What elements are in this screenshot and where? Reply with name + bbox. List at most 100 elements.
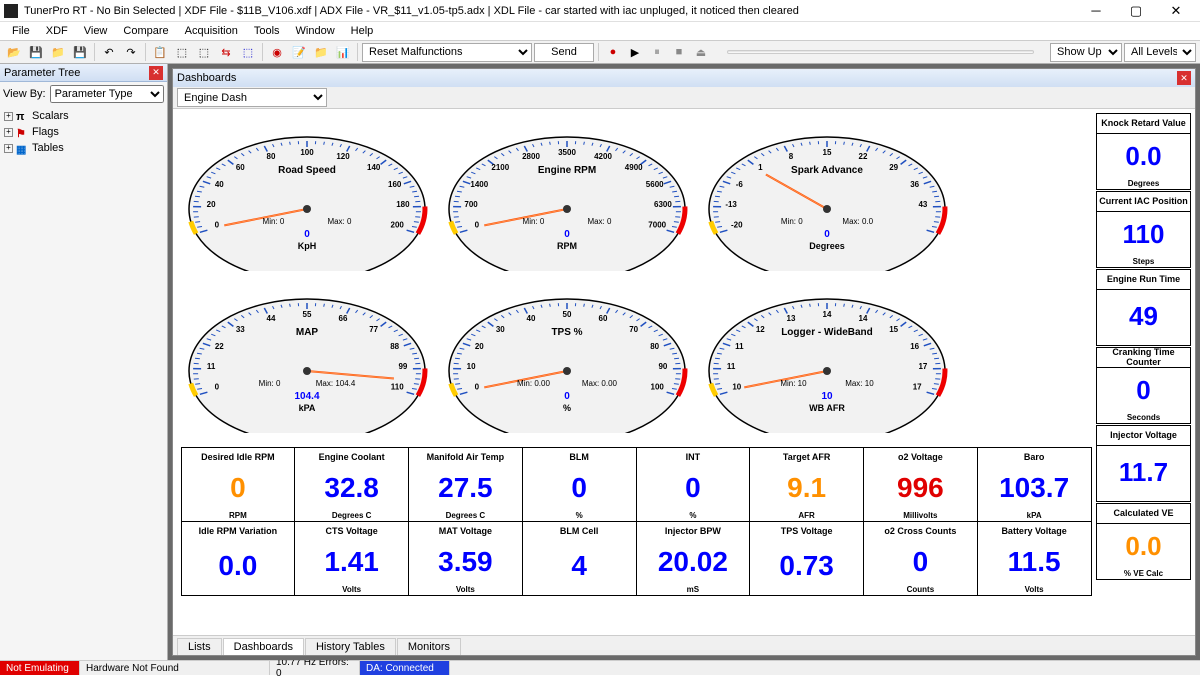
svg-text:80: 80 <box>650 342 659 351</box>
gauge: 1011111213141415161717 Logger - WideBand… <box>701 275 953 433</box>
chart-icon[interactable]: 📊 <box>333 42 353 62</box>
play-icon[interactable]: ▶ <box>625 42 645 62</box>
menu-compare[interactable]: Compare <box>115 23 176 39</box>
folder-icon[interactable]: 📁 <box>48 42 68 62</box>
menu-view[interactable]: View <box>76 23 116 39</box>
redo-icon[interactable]: ↷ <box>121 42 141 62</box>
parameter-tree[interactable]: +πScalars+⚑Flags+▦Tables <box>0 106 167 158</box>
sidebar-title: Parameter Tree <box>4 67 80 79</box>
sidebar: Parameter Tree ✕ View By: Parameter Type… <box>0 64 168 660</box>
menu-acquisition[interactable]: Acquisition <box>177 23 246 39</box>
tab-monitors[interactable]: Monitors <box>397 638 461 655</box>
svg-text:120: 120 <box>336 152 350 161</box>
maximize-button[interactable]: ▢ <box>1116 1 1156 21</box>
svg-text:40: 40 <box>215 180 224 189</box>
note-icon[interactable]: 📝 <box>289 42 309 62</box>
side-tile: Knock Retard Value0.0Degrees <box>1096 113 1191 190</box>
svg-text:180: 180 <box>396 200 410 209</box>
gauge: -20-13-6181522293643 Spark AdvanceMin: 0… <box>701 113 953 271</box>
svg-text:1400: 1400 <box>470 180 488 189</box>
tab-lists[interactable]: Lists <box>177 638 222 655</box>
svg-text:20: 20 <box>207 200 216 209</box>
status-da: DA: Connected <box>360 661 450 675</box>
tool1-icon[interactable]: ⬚ <box>172 42 192 62</box>
minimize-button[interactable]: ─ <box>1076 1 1116 21</box>
svg-text:80: 80 <box>267 152 276 161</box>
gauge: 0112233445566778899110 MAPMin: 0Max: 104… <box>181 275 433 433</box>
viewby-label: View By: <box>3 88 46 100</box>
connect-icon[interactable]: ⇆ <box>216 42 236 62</box>
svg-text:11: 11 <box>735 342 744 351</box>
tree-item[interactable]: +πScalars <box>4 108 163 124</box>
grid-tile: INT0% <box>636 447 751 522</box>
content-area: Dashboards ✕ Engine Dash 020406080100120… <box>168 64 1200 660</box>
action-combo[interactable]: Reset Malfunctions <box>362 43 532 62</box>
status-rate: 10.77 Hz Errors: 0 <box>270 661 360 675</box>
svg-text:11: 11 <box>207 362 216 371</box>
menu-help[interactable]: Help <box>343 23 382 39</box>
close-button[interactable]: ✕ <box>1156 1 1196 21</box>
menu-tools[interactable]: Tools <box>246 23 288 39</box>
svg-text:10: 10 <box>467 362 476 371</box>
tool2-icon[interactable]: ⬚ <box>194 42 214 62</box>
undo-icon[interactable]: ↶ <box>99 42 119 62</box>
grid-tile: o2 Voltage996Millivolts <box>863 447 978 522</box>
dashboard-body: 020406080100120140160180200 Road SpeedMi… <box>173 109 1195 655</box>
svg-text:99: 99 <box>398 362 407 371</box>
svg-text:2800: 2800 <box>522 152 540 161</box>
tree-item[interactable]: +⚑Flags <box>4 124 163 140</box>
levels-combo[interactable]: All Levels <box>1124 43 1196 62</box>
grid-tile: CTS Voltage1.41Volts <box>294 521 409 596</box>
grid-tile: Battery Voltage11.5Volts <box>977 521 1092 596</box>
tab-history-tables[interactable]: History Tables <box>305 638 396 655</box>
rec2-icon[interactable]: ● <box>603 42 623 62</box>
dashboard-title: Dashboards <box>177 72 236 84</box>
grid-tile: Idle RPM Variation0.0 <box>181 521 296 596</box>
menu-window[interactable]: Window <box>288 23 343 39</box>
svg-text:50: 50 <box>563 310 572 319</box>
svg-text:700: 700 <box>464 200 478 209</box>
tab-dashboards[interactable]: Dashboards <box>223 638 304 655</box>
save2-icon[interactable]: 💾 <box>70 42 90 62</box>
menu-xdf[interactable]: XDF <box>38 23 76 39</box>
copy-icon[interactable]: 📋 <box>150 42 170 62</box>
svg-text:15: 15 <box>823 148 832 157</box>
svg-text:88: 88 <box>390 342 399 351</box>
send-button[interactable]: Send <box>534 43 594 62</box>
svg-text:6300: 6300 <box>654 200 672 209</box>
showupto-combo[interactable]: Show Up To <box>1050 43 1122 62</box>
sidebar-header: Parameter Tree ✕ <box>0 64 167 82</box>
side-tile: Calculated VE0.0% VE Calc <box>1096 503 1191 580</box>
menu-file[interactable]: File <box>4 23 38 39</box>
svg-text:43: 43 <box>918 200 927 209</box>
open-icon[interactable]: 📂 <box>4 42 24 62</box>
svg-text:14: 14 <box>823 310 832 319</box>
sidebar-close-icon[interactable]: ✕ <box>149 66 163 80</box>
tree-item[interactable]: +▦Tables <box>4 140 163 156</box>
folder2-icon[interactable]: 📁 <box>311 42 331 62</box>
pause-icon[interactable]: ⏸ <box>647 42 667 62</box>
svg-text:20: 20 <box>475 342 484 351</box>
svg-text:17: 17 <box>918 362 927 371</box>
svg-text:22: 22 <box>859 152 868 161</box>
titlebar: TunerPro RT - No Bin Selected | XDF File… <box>0 0 1200 22</box>
stop-icon[interactable]: ■ <box>669 42 689 62</box>
dashboard-selector[interactable]: Engine Dash <box>177 88 327 107</box>
svg-text:11: 11 <box>727 362 736 371</box>
dashboard-close-icon[interactable]: ✕ <box>1177 71 1191 85</box>
eject-icon[interactable]: ⏏ <box>691 42 711 62</box>
trace-icon[interactable]: ⬚ <box>238 42 258 62</box>
record-icon[interactable]: ◉ <box>267 42 287 62</box>
side-tile: Cranking Time Counter0Seconds <box>1096 347 1191 424</box>
viewby-select[interactable]: Parameter Type <box>50 85 164 103</box>
svg-text:36: 36 <box>910 180 919 189</box>
svg-text:-13: -13 <box>725 200 737 209</box>
progress-slider[interactable] <box>727 50 1034 54</box>
save-icon[interactable]: 💾 <box>26 42 46 62</box>
grid-tile: o2 Cross Counts0Counts <box>863 521 978 596</box>
svg-text:16: 16 <box>910 342 919 351</box>
dashboard-panel: Dashboards ✕ Engine Dash 020406080100120… <box>172 68 1196 656</box>
gauge: 0700140021002800350042004900560063007000… <box>441 113 693 271</box>
svg-text:160: 160 <box>388 180 402 189</box>
side-tile: Engine Run Time49 <box>1096 269 1191 346</box>
